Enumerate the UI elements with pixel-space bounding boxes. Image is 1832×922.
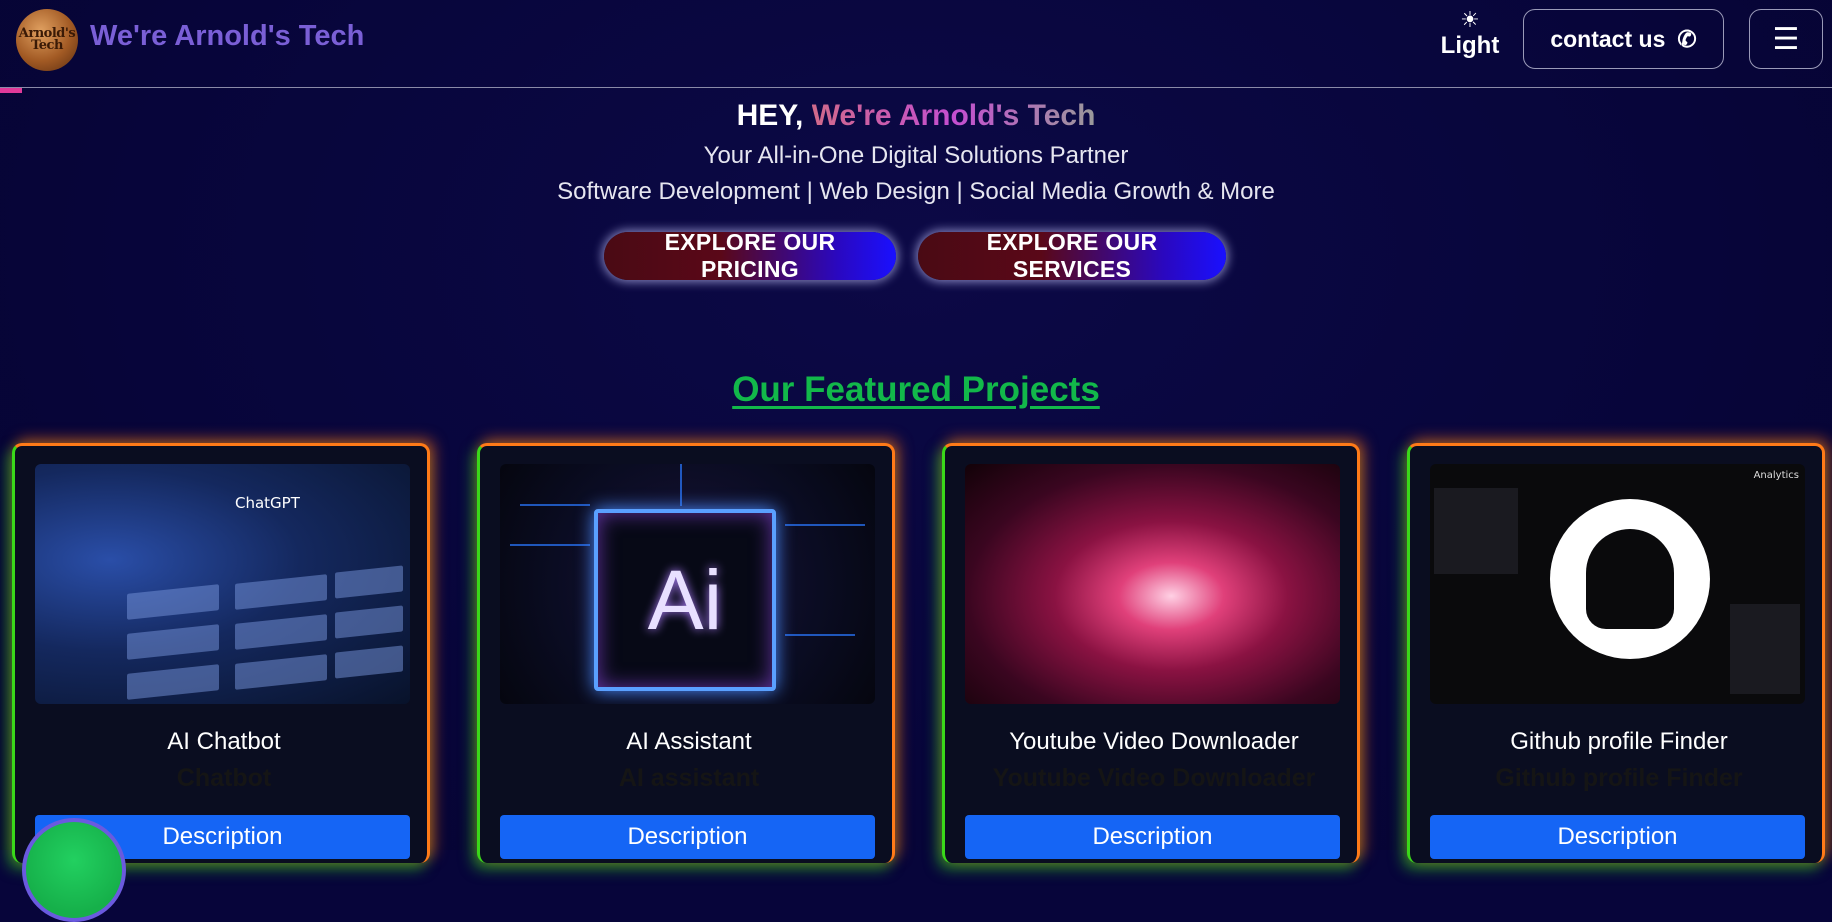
card-subtitle: Youtube Video Downloader <box>992 764 1316 792</box>
decorative-box <box>235 574 327 610</box>
card-title: Youtube Video Downloader <box>1009 728 1299 755</box>
project-card-ai-chatbot: ChatGPT AI Chatbot Chatbot Description <box>12 443 430 863</box>
ai-chip: Ai <box>594 509 776 691</box>
ai-chip-image: Ai <box>500 464 875 704</box>
decorative-box <box>127 584 219 620</box>
card-title: AI Assistant <box>626 728 752 755</box>
phone-icon: ✆ <box>1677 25 1697 52</box>
decorative-box <box>127 664 219 700</box>
theme-toggle-button[interactable]: ☀ Light <box>1440 10 1500 70</box>
project-card-youtube-downloader: Youtube Video Downloader Youtube Video D… <box>942 443 1360 863</box>
description-button[interactable]: Description <box>965 815 1340 859</box>
description-button[interactable]: Description <box>500 815 875 859</box>
decorative-box <box>127 624 219 660</box>
project-card-ai-assistant: Ai AI Assistant AI assistant Description <box>477 443 895 863</box>
analytics-badge: Analytics <box>1753 470 1799 481</box>
circuit-line <box>510 544 590 546</box>
contact-us-button[interactable]: contact us ✆ <box>1523 9 1724 69</box>
github-image: Analytics <box>1430 464 1805 704</box>
card-title: AI Chatbot <box>167 728 281 755</box>
scroll-progress-bar <box>0 88 22 93</box>
youtube-downloader-image <box>965 464 1340 704</box>
projects-grid: ChatGPT AI Chatbot Chatbot Description A… <box>12 443 1832 863</box>
whatsapp-chat-icon[interactable] <box>22 818 126 922</box>
circuit-line <box>680 464 682 506</box>
decorative-box <box>335 565 403 599</box>
image-caption: ChatGPT <box>235 494 300 512</box>
theme-toggle-label: Light <box>1440 32 1500 59</box>
contact-us-label: contact us <box>1550 25 1666 52</box>
decorative-box <box>235 654 327 690</box>
project-card-github-finder: Analytics Github profile Finder Github p… <box>1407 443 1825 863</box>
brand-title[interactable]: We're Arnold's Tech <box>90 20 364 53</box>
chatgpt-image: ChatGPT <box>35 464 410 704</box>
decorative-box <box>235 614 327 650</box>
card-subtitle: Github profile Finder <box>1495 764 1743 792</box>
hero-name: We're Arnold's Tech <box>811 99 1096 132</box>
description-button[interactable]: Description <box>1430 815 1805 859</box>
code-panel <box>1434 488 1518 574</box>
decorative-box <box>335 605 403 639</box>
card-subtitle: Chatbot <box>176 764 272 792</box>
logo-icon[interactable]: Arnold's Tech <box>16 9 78 71</box>
hamburger-icon: ☰ <box>1772 21 1800 57</box>
hero-hey: HEY, <box>736 99 804 132</box>
card-subtitle: AI assistant <box>618 764 760 792</box>
hero-buttons: EXPLORE OUR PRICING EXPLORE OUR SERVICES <box>0 229 1832 282</box>
featured-projects-title: Our Featured Projects <box>732 370 1100 409</box>
circuit-line <box>520 504 590 506</box>
hero-title: HEY, We're Arnold's Tech <box>0 94 1832 138</box>
logo-text: Arnold's Tech <box>18 26 76 53</box>
decorative-box <box>335 645 403 679</box>
octocat-silhouette <box>1586 529 1674 629</box>
hero-services-line: Software Development | Web Design | Soci… <box>557 178 1275 205</box>
code-panel <box>1730 604 1800 694</box>
circuit-line <box>785 634 855 636</box>
hero-section: HEY, We're Arnold's Tech Your All-in-One… <box>0 94 1832 282</box>
top-navbar: Arnold's Tech We're Arnold's Tech ☀ Ligh… <box>0 0 1832 88</box>
hero-subtitle: Your All-in-One Digital Solutions Partne… <box>703 142 1129 169</box>
explore-pricing-button[interactable]: EXPLORE OUR PRICING <box>604 229 896 282</box>
menu-button[interactable]: ☰ <box>1749 9 1823 69</box>
circuit-line <box>785 524 865 526</box>
sun-icon: ☀ <box>1460 8 1480 33</box>
card-title: Github profile Finder <box>1510 728 1728 755</box>
github-octocat-icon <box>1550 499 1710 659</box>
explore-services-button[interactable]: EXPLORE OUR SERVICES <box>918 229 1226 282</box>
